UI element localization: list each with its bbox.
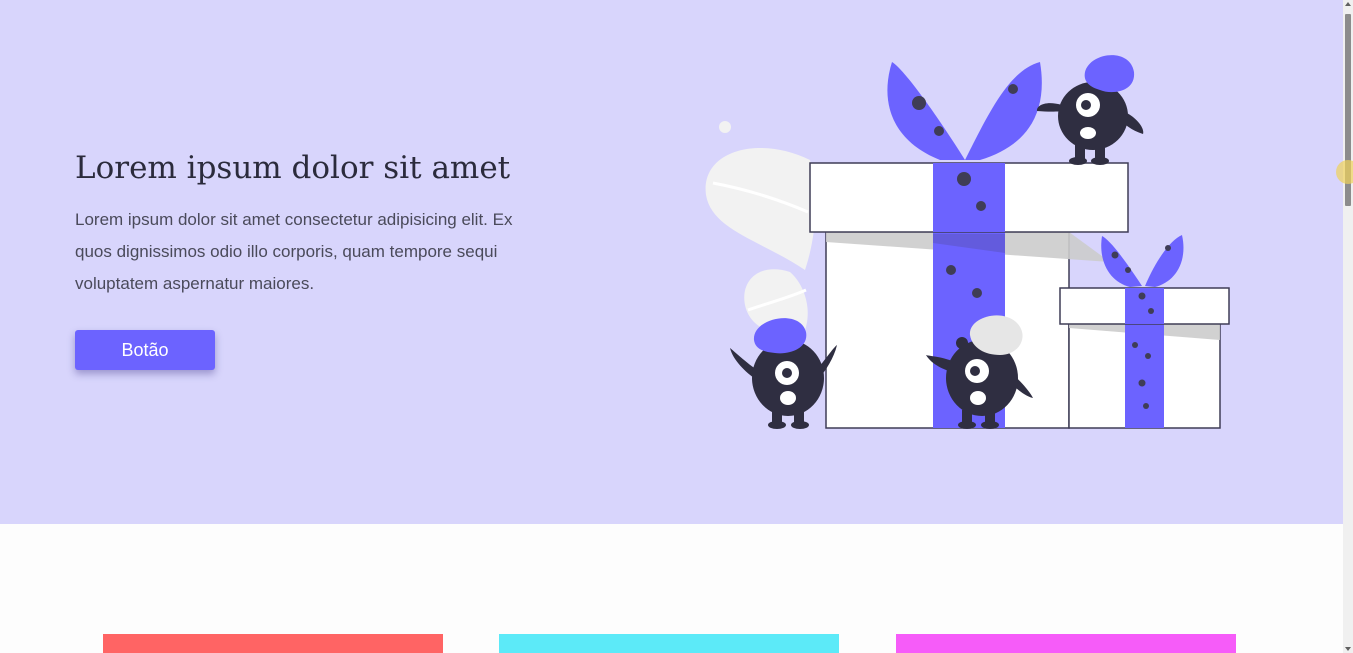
hero-description: Lorem ipsum dolor sit amet consectetur a… [75,210,513,293]
vertical-scrollbar[interactable] [1343,0,1353,653]
hero-section: Lorem ipsum dolor sit amet Lorem ipsum d… [0,0,1343,524]
card-row [0,634,1343,653]
hero-title: Lorem ipsum dolor sit amet [75,150,511,186]
card-magenta [896,634,1236,653]
cursor-highlight-icon [1336,160,1353,184]
scroll-down-arrow-icon[interactable] [1345,647,1351,651]
card-cyan [499,634,839,653]
card-red [103,634,443,653]
scroll-up-arrow-icon[interactable] [1345,2,1351,6]
hero-button[interactable]: Botão [75,330,215,370]
gift-boxes-illustration [705,55,1230,429]
